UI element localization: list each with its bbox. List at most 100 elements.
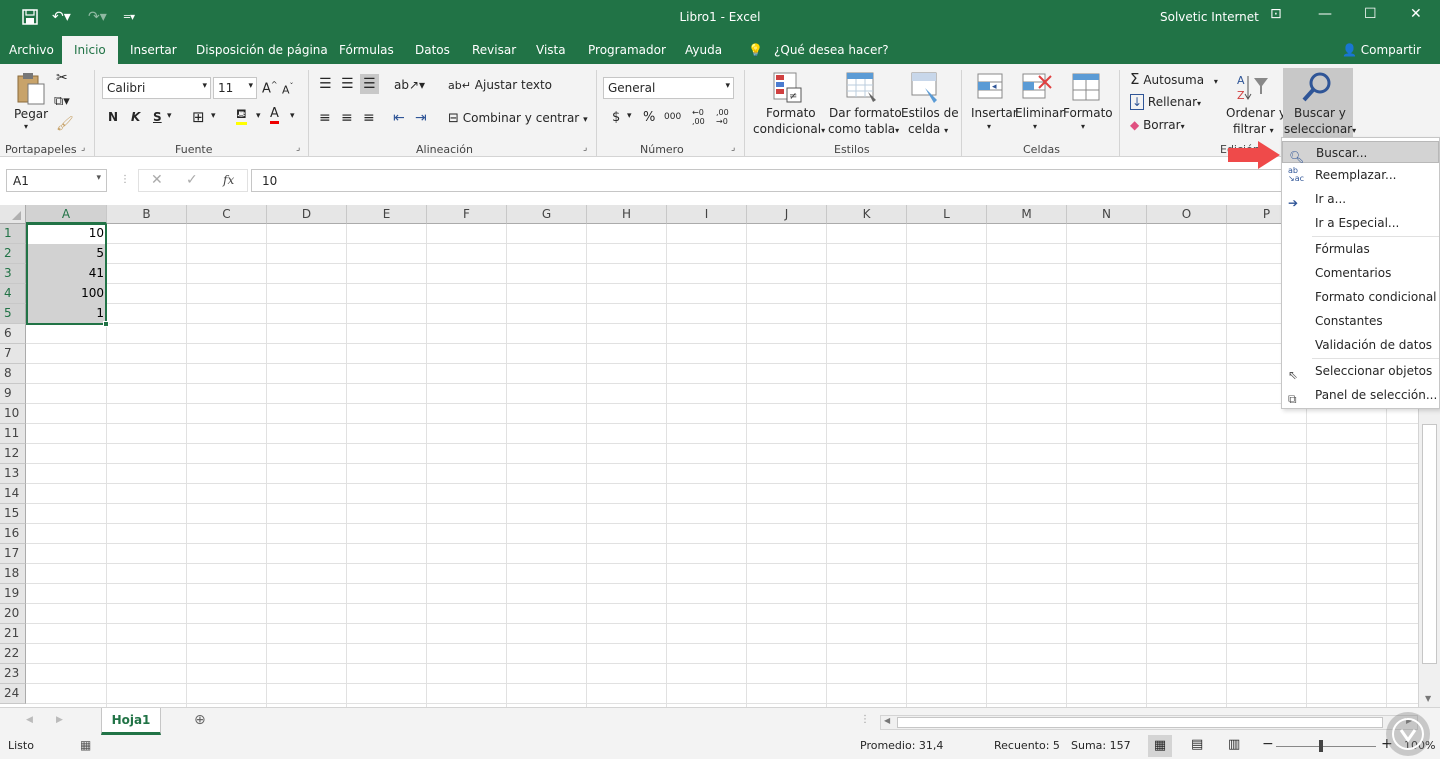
row-header[interactable]: 12 (0, 444, 26, 464)
format-table-label-1[interactable]: Dar formato (829, 106, 902, 120)
row-header[interactable]: 13 (0, 464, 26, 484)
formula-input[interactable]: 10 (251, 169, 1440, 192)
paste-button[interactable]: Pegar (14, 107, 48, 121)
dialog-launcher-icon[interactable]: ⌟ (731, 143, 735, 153)
column-header-j[interactable]: J (747, 205, 827, 224)
macro-record-icon[interactable]: ▦ (80, 738, 91, 752)
tab-revisar[interactable]: Revisar (472, 43, 516, 57)
column-header-a[interactable]: A (26, 205, 107, 224)
row-header[interactable]: 24 (0, 684, 26, 704)
cell-a5[interactable]: 1 (26, 304, 107, 324)
select-all-corner[interactable] (0, 205, 26, 224)
chevron-down-icon[interactable]: ▾ (1081, 122, 1085, 131)
tab-formulas[interactable]: Fórmulas (339, 43, 394, 57)
dialog-launcher-icon[interactable]: ⌟ (583, 143, 587, 153)
column-header-g[interactable]: G (507, 205, 587, 224)
tab-disposicion[interactable]: Disposición de página (196, 43, 328, 57)
tab-programador[interactable]: Programador (588, 43, 666, 57)
ribbon-display-icon[interactable]: ⊡ (1270, 6, 1282, 22)
tab-inicio[interactable]: Inicio (62, 36, 118, 64)
column-header-o[interactable]: O (1147, 205, 1227, 224)
increase-decimal-icon[interactable]: ←0,00 (692, 108, 705, 126)
menu-item-constantes[interactable]: Constantes (1282, 310, 1439, 332)
font-name-box[interactable]: Calibri ▾ (102, 77, 211, 99)
chevron-down-icon[interactable]: ▾ (211, 111, 216, 121)
orientation-icon[interactable]: ab↗▾ (394, 78, 425, 92)
zoom-out-icon[interactable]: − (1262, 736, 1274, 752)
row-header[interactable]: 16 (0, 524, 26, 544)
row-header[interactable]: 7 (0, 344, 26, 364)
zoom-slider-thumb[interactable] (1319, 740, 1323, 752)
shrink-font-icon[interactable]: Aˇ (282, 82, 294, 97)
row-header[interactable]: 9 (0, 384, 26, 404)
horizontal-scrollbar[interactable]: ◀ ▶ (880, 715, 1418, 730)
fill-button[interactable]: ↓ Rellenar▾ (1130, 94, 1201, 110)
sort-filter-label-1[interactable]: Ordenar y (1226, 106, 1286, 120)
cell-styles-icon[interactable] (911, 72, 941, 107)
row-header[interactable]: 23 (0, 664, 26, 684)
format-table-button[interactable]: como tabla▾ (828, 122, 899, 136)
cancel-icon[interactable]: ✕ (151, 172, 163, 188)
row-header[interactable]: 22 (0, 644, 26, 664)
menu-item-comentarios[interactable]: Comentarios (1282, 262, 1439, 284)
wrap-text-button[interactable]: ab↵ Ajustar texto (448, 78, 552, 92)
borders-icon[interactable]: ⊞ (192, 108, 205, 126)
normal-view-icon[interactable]: ▦ (1148, 735, 1172, 757)
row-header[interactable]: 1 (0, 224, 26, 244)
row-header[interactable]: 17 (0, 544, 26, 564)
tab-vista[interactable]: Vista (536, 43, 566, 57)
decrease-indent-icon[interactable]: ⇤ (393, 110, 405, 126)
scroll-left-icon[interactable]: ◀ (884, 716, 890, 725)
maximize-icon[interactable]: ☐ (1364, 6, 1377, 22)
menu-item-formulas[interactable]: Fórmulas (1282, 238, 1439, 260)
format-painter-icon[interactable]: 🖌 (56, 116, 74, 132)
cell-styles-button[interactable]: celda ▾ (908, 122, 948, 136)
chevron-down-icon[interactable]: ▾ (1033, 122, 1037, 131)
chevron-down-icon[interactable]: ▾ (167, 111, 172, 121)
status-count[interactable]: Recuento: 5 (994, 739, 1060, 752)
insert-cells-icon[interactable]: ◂ (976, 72, 1006, 105)
row-header[interactable]: 10 (0, 404, 26, 424)
row-header[interactable]: 19 (0, 584, 26, 604)
increase-indent-icon[interactable]: ⇥ (415, 110, 427, 126)
enter-icon[interactable]: ✓ (186, 172, 198, 188)
thousands-button[interactable]: 000 (664, 112, 681, 122)
column-header-b[interactable]: B (107, 205, 187, 224)
cell-styles-label-1[interactable]: Estilos de (901, 106, 959, 120)
align-middle-icon[interactable]: ☰ (341, 76, 354, 92)
menu-item-ir-a-especial[interactable]: Ir a Especial... (1282, 212, 1439, 234)
vertical-scroll-thumb[interactable] (1422, 424, 1437, 664)
chevron-down-icon[interactable]: ▾ (290, 111, 295, 121)
grow-font-icon[interactable]: A^ (262, 80, 278, 96)
cell-a3[interactable]: 41 (26, 264, 107, 284)
currency-button[interactable]: $ (612, 110, 620, 125)
sheet-tab-hoja1[interactable]: Hoja1 (101, 708, 161, 735)
column-header-e[interactable]: E (347, 205, 427, 224)
delete-cells-icon[interactable] (1021, 72, 1053, 105)
dialog-launcher-icon[interactable]: ⌟ (81, 143, 85, 153)
user-name[interactable]: Solvetic Internet (1160, 10, 1259, 24)
menu-item-seleccionar-objetos[interactable]: ⇖ Seleccionar objetos (1282, 360, 1439, 382)
menu-item-panel-seleccion[interactable]: ⧉ Panel de selección... (1282, 384, 1439, 406)
column-header-f[interactable]: F (427, 205, 507, 224)
page-break-icon[interactable]: ▥ (1228, 737, 1240, 752)
chevron-down-icon[interactable]: ▾ (627, 111, 632, 121)
align-top-icon[interactable]: ☰ (319, 76, 332, 92)
align-left-icon[interactable]: ≡ (319, 110, 331, 126)
cell-a4[interactable]: 100 (26, 284, 107, 304)
cut-icon[interactable]: ✂ (56, 70, 68, 86)
column-header-l[interactable]: L (907, 205, 987, 224)
format-cells-icon[interactable] (1071, 72, 1101, 105)
column-header-m[interactable]: M (987, 205, 1067, 224)
conditional-format-button[interactable]: condicional▾ (753, 122, 825, 136)
row-header[interactable]: 2 (0, 244, 26, 264)
chevron-down-icon[interactable]: ▾ (987, 122, 991, 131)
menu-item-reemplazar[interactable]: ab ↘ac Reemplazar... (1282, 164, 1439, 186)
merge-center-button[interactable]: ⊟ Combinar y centrar ▾ (448, 111, 588, 126)
align-center-icon[interactable]: ≡ (341, 110, 353, 126)
column-header-n[interactable]: N (1067, 205, 1147, 224)
format-as-table-icon[interactable] (846, 72, 878, 107)
close-icon[interactable]: ✕ (1410, 6, 1422, 22)
conditional-format-icon[interactable]: ≠ (773, 72, 803, 107)
find-select-button[interactable]: Buscar y seleccionar▾ (1283, 68, 1356, 140)
